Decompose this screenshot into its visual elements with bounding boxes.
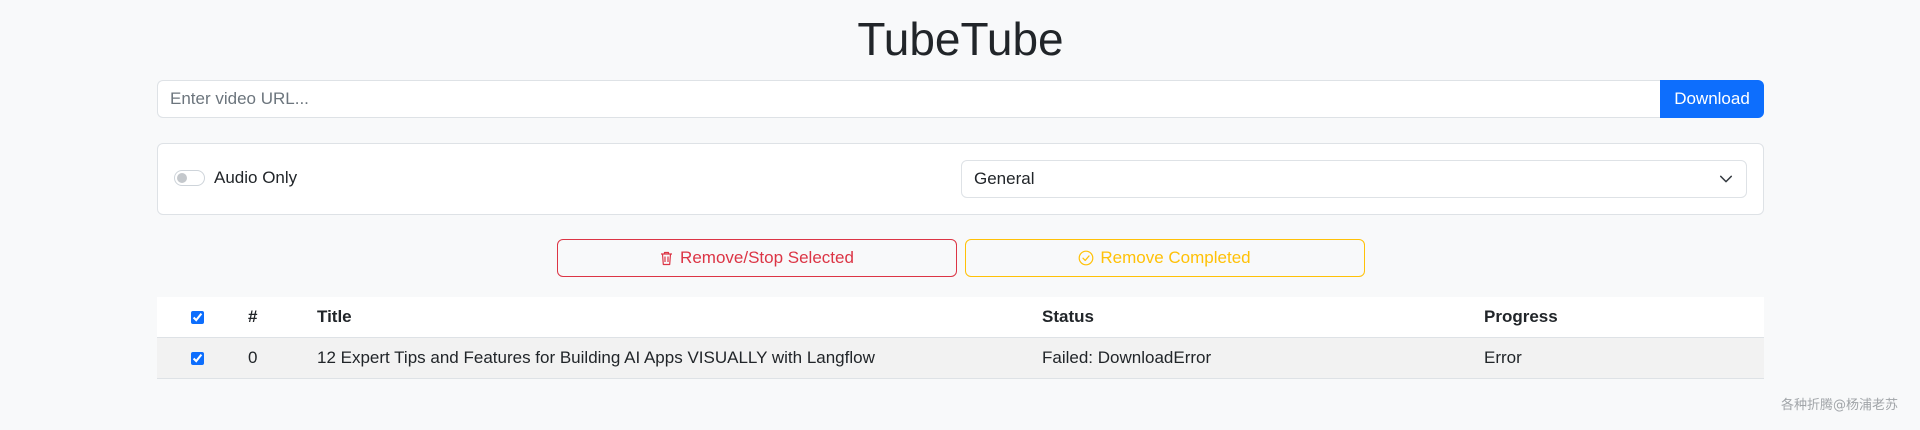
row-select-cell (157, 337, 237, 379)
remove-stop-selected-label: Remove/Stop Selected (680, 248, 854, 267)
watermark: 各种折腾@杨浦老苏 (1780, 398, 1898, 413)
profile-select-value: General (974, 169, 1035, 188)
download-button[interactable]: Download (1660, 80, 1764, 118)
app-title: TubeTube (857, 13, 1064, 65)
check-circle-icon (1078, 250, 1094, 266)
toggle-knob (177, 173, 187, 183)
audio-only-label[interactable]: Audio Only (214, 168, 297, 188)
row-title: 12 Expert Tips and Features for Building… (317, 337, 1042, 379)
column-header-progress: Progress (1484, 297, 1764, 338)
row-status: Failed: DownloadError (1042, 337, 1484, 379)
audio-only-toggle[interactable] (174, 170, 205, 186)
remove-stop-selected-button[interactable]: Remove/Stop Selected (556, 239, 957, 277)
column-header-title: Title (317, 297, 1042, 338)
url-input-group: Download (157, 80, 1764, 118)
row-number: 0 (237, 337, 317, 379)
trash-icon (659, 250, 674, 266)
table-header-row: # Title Status Progress (157, 297, 1764, 338)
downloads-table: # Title Status Progress 0 12 Expert Tips… (157, 297, 1764, 379)
chevron-down-icon (1718, 171, 1734, 187)
options-card: Audio Only General (157, 143, 1764, 215)
audio-only-switch-group: Audio Only (174, 168, 297, 188)
profile-select[interactable]: General (961, 160, 1747, 198)
remove-completed-button[interactable]: Remove Completed (964, 239, 1365, 277)
video-url-input[interactable] (157, 80, 1660, 118)
select-all-checkbox[interactable] (190, 310, 204, 324)
row-select-checkbox[interactable] (190, 351, 204, 365)
main-container: TubeTube Download Audio Only General Rem… (157, 0, 1764, 379)
column-header-number: # (237, 297, 317, 338)
remove-completed-label: Remove Completed (1100, 248, 1251, 267)
row-progress: Error (1484, 337, 1764, 379)
select-all-cell (157, 297, 237, 338)
table-row[interactable]: 0 12 Expert Tips and Features for Buildi… (157, 337, 1764, 379)
bulk-actions: Remove/Stop Selected Remove Completed (157, 239, 1764, 277)
column-header-status: Status (1042, 297, 1484, 338)
